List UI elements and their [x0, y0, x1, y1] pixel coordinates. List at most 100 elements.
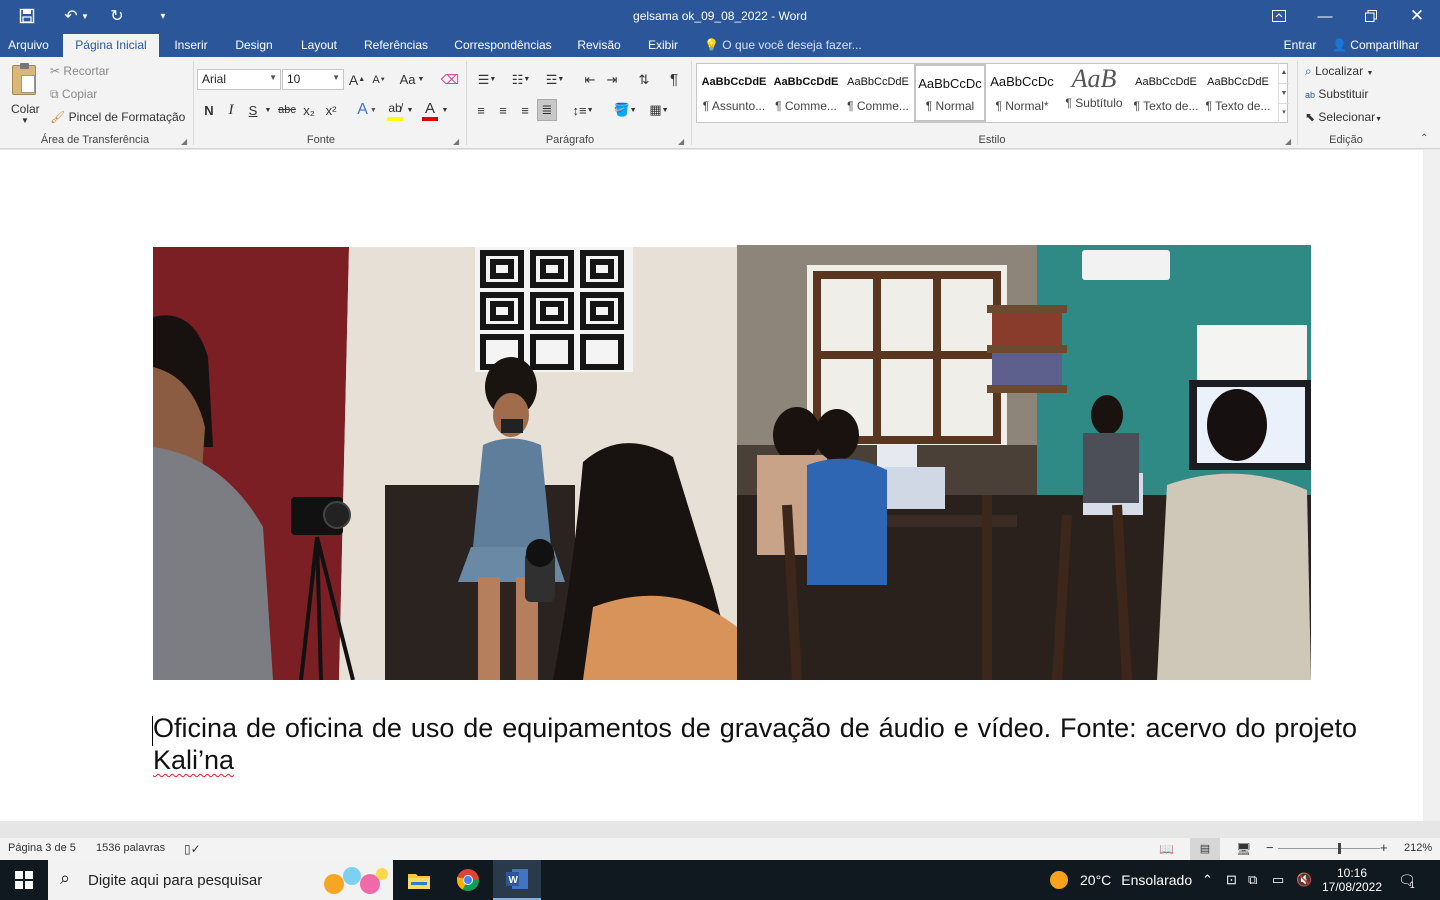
- sort-icon[interactable]: ⇅: [634, 69, 654, 90]
- word-count[interactable]: 1536 palavras: [96, 842, 165, 854]
- numbering-icon[interactable]: ☷ ▼: [506, 69, 536, 90]
- style-normal[interactable]: AaBbCcDc ¶ Normal: [914, 64, 986, 122]
- grow-font-button[interactable]: A ▲: [348, 69, 366, 90]
- network-icon[interactable]: ▭: [1272, 860, 1284, 900]
- close-button[interactable]: ✕: [1394, 0, 1440, 32]
- change-case-button[interactable]: Aa ▼: [396, 69, 428, 90]
- web-layout-icon[interactable]: 🖥: [1236, 842, 1251, 856]
- clear-formatting-icon[interactable]: ⌫: [440, 69, 460, 90]
- align-center-icon[interactable]: ≡: [493, 99, 513, 121]
- windows-start-icon[interactable]: [0, 860, 48, 900]
- restore-button[interactable]: [1348, 0, 1394, 32]
- tab-mailings[interactable]: Correspondências: [448, 34, 558, 57]
- bold-button[interactable]: N: [199, 99, 219, 121]
- paste-button[interactable]: Colar ▼: [6, 61, 44, 127]
- collapse-ribbon-icon[interactable]: ⌃: [1420, 133, 1428, 144]
- zoom-slider[interactable]: [1278, 843, 1380, 854]
- italic-button[interactable]: I: [221, 99, 241, 121]
- underline-dropdown-icon[interactable]: ▼: [263, 99, 273, 121]
- font-size-select[interactable]: 10 ▼: [282, 69, 344, 90]
- tell-me-box[interactable]: 💡 O que você deseja fazer...: [704, 34, 864, 57]
- styles-scroll[interactable]: ▲ ▼ ▾: [1278, 63, 1289, 123]
- underline-button[interactable]: S: [243, 99, 263, 121]
- style-assunto[interactable]: AaBbCcDdE ¶ Assunto...: [698, 64, 770, 122]
- subscript-button[interactable]: x₂: [299, 99, 319, 121]
- vertical-scrollbar[interactable]: [1423, 150, 1440, 821]
- zoom-slider-thumb[interactable]: [1338, 843, 1341, 854]
- tab-view[interactable]: Exibir: [638, 34, 688, 57]
- style-comment-2[interactable]: AaBbCcDdE ¶ Comme...: [842, 64, 914, 122]
- share-button[interactable]: 👤 Compartilhar: [1326, 34, 1440, 57]
- notifications-icon[interactable]: 🗨 1: [1398, 860, 1428, 900]
- replace-button[interactable]: ab Substituir: [1305, 87, 1368, 101]
- tab-file[interactable]: Arquivo: [0, 34, 57, 57]
- style-normal-modified[interactable]: AaBbCcDc ¶ Normal*: [986, 64, 1058, 122]
- font-name-select[interactable]: Arial ▼: [197, 69, 281, 90]
- align-left-icon[interactable]: ≡: [471, 99, 491, 121]
- pilcrow-icon[interactable]: ¶: [664, 69, 684, 90]
- tab-references[interactable]: Referências: [358, 34, 434, 57]
- weather-widget[interactable]: 20°C Ensolarado: [1050, 860, 1192, 900]
- cut-button[interactable]: ✂ Recortar: [50, 64, 109, 78]
- paragraph-launcher-icon[interactable]: ◢: [678, 137, 684, 146]
- decrease-indent-icon[interactable]: ⇤: [580, 69, 600, 90]
- chevron-down-icon[interactable]: ▼: [1279, 83, 1289, 103]
- caption-misspelled-word[interactable]: Kali’na: [153, 745, 234, 775]
- tab-home[interactable]: Página Inicial: [63, 34, 159, 57]
- figure-caption[interactable]: Oficina de oficina de uso de equipamento…: [153, 712, 1357, 776]
- tab-insert[interactable]: Inserir: [166, 34, 216, 57]
- chrome-icon[interactable]: [444, 860, 492, 900]
- style-texto-1[interactable]: AaBbCcDdE ¶ Texto de...: [1130, 64, 1202, 122]
- format-painter-button[interactable]: 🖌 Pincel de Formatação: [50, 110, 185, 124]
- zoom-out-button[interactable]: −: [1266, 840, 1274, 855]
- file-explorer-icon[interactable]: [395, 860, 443, 900]
- ribbon-display-options-icon[interactable]: [1256, 0, 1302, 32]
- clipboard-launcher-icon[interactable]: ◢: [181, 137, 187, 146]
- taskbar-search-box[interactable]: ⌕ Digite aqui para pesquisar: [48, 860, 393, 900]
- chevron-up-icon[interactable]: ▲: [1279, 63, 1289, 83]
- superscript-button[interactable]: x²: [321, 99, 341, 121]
- bullets-icon[interactable]: ☰ ▼: [472, 69, 502, 90]
- font-launcher-icon[interactable]: ◢: [453, 137, 459, 146]
- text-effects-icon[interactable]: A ▼: [352, 99, 382, 121]
- search-placeholder: Digite aqui para pesquisar: [88, 872, 263, 889]
- style-texto-2[interactable]: AaBbCcDdE ¶ Texto de...: [1202, 64, 1274, 122]
- styles-launcher-icon[interactable]: ◢: [1285, 137, 1291, 146]
- meet-now-icon[interactable]: ⊡: [1226, 860, 1237, 900]
- justify-icon[interactable]: ≣: [537, 99, 557, 121]
- font-color-button[interactable]: A ▼: [420, 99, 452, 121]
- more-styles-icon[interactable]: ▾: [1279, 103, 1289, 121]
- style-comment-1[interactable]: AaBbCcDdE ¶ Comme...: [770, 64, 842, 122]
- multilevel-list-icon[interactable]: ☲ ▼: [540, 69, 570, 90]
- page-indicator[interactable]: Página 3 de 5: [8, 842, 76, 854]
- style-subtitle[interactable]: AaB ¶ Subtítulo: [1058, 64, 1130, 122]
- shrink-font-icon: A: [372, 73, 380, 86]
- tab-design[interactable]: Design: [227, 34, 281, 57]
- find-button[interactable]: ⌕ Localizar ▼: [1305, 64, 1373, 79]
- align-right-icon[interactable]: ≡: [515, 99, 535, 121]
- increase-indent-icon[interactable]: ⇥: [602, 69, 622, 90]
- line-spacing-icon[interactable]: ↕≡ ▼: [568, 99, 598, 121]
- show-hidden-icons-icon[interactable]: ⌃: [1202, 860, 1213, 900]
- zoom-in-button[interactable]: +: [1380, 840, 1388, 855]
- word-taskbar-icon[interactable]: W: [493, 860, 541, 900]
- copy-button[interactable]: ⧉ Copiar: [50, 87, 97, 102]
- onedrive-icon[interactable]: ⧉: [1248, 860, 1257, 900]
- strikethrough-button[interactable]: abc: [276, 99, 298, 121]
- zoom-level[interactable]: 212%: [1404, 842, 1432, 854]
- shading-icon[interactable]: 🪣 ▼: [610, 99, 640, 121]
- volume-muted-icon[interactable]: 🔇: [1296, 860, 1312, 900]
- print-layout-icon[interactable]: ▤: [1190, 838, 1220, 860]
- tab-layout[interactable]: Layout: [292, 34, 346, 57]
- tab-review[interactable]: Revisão: [572, 34, 626, 57]
- shrink-font-button[interactable]: A ▼: [370, 69, 388, 90]
- read-mode-icon[interactable]: 📖: [1159, 842, 1174, 856]
- proofing-icon[interactable]: ▯✓: [184, 842, 201, 856]
- chevron-down-icon: ▼: [269, 73, 277, 82]
- select-button[interactable]: ⬉ Selecionar▼: [1305, 110, 1382, 124]
- borders-icon[interactable]: ▦ ▼: [644, 99, 674, 121]
- signin-link[interactable]: Entrar: [1280, 34, 1320, 57]
- minimize-button[interactable]: —: [1302, 0, 1348, 32]
- highlight-button[interactable]: ab̸ ▼: [385, 99, 417, 121]
- clock[interactable]: 10:16 17/08/2022: [1318, 860, 1386, 900]
